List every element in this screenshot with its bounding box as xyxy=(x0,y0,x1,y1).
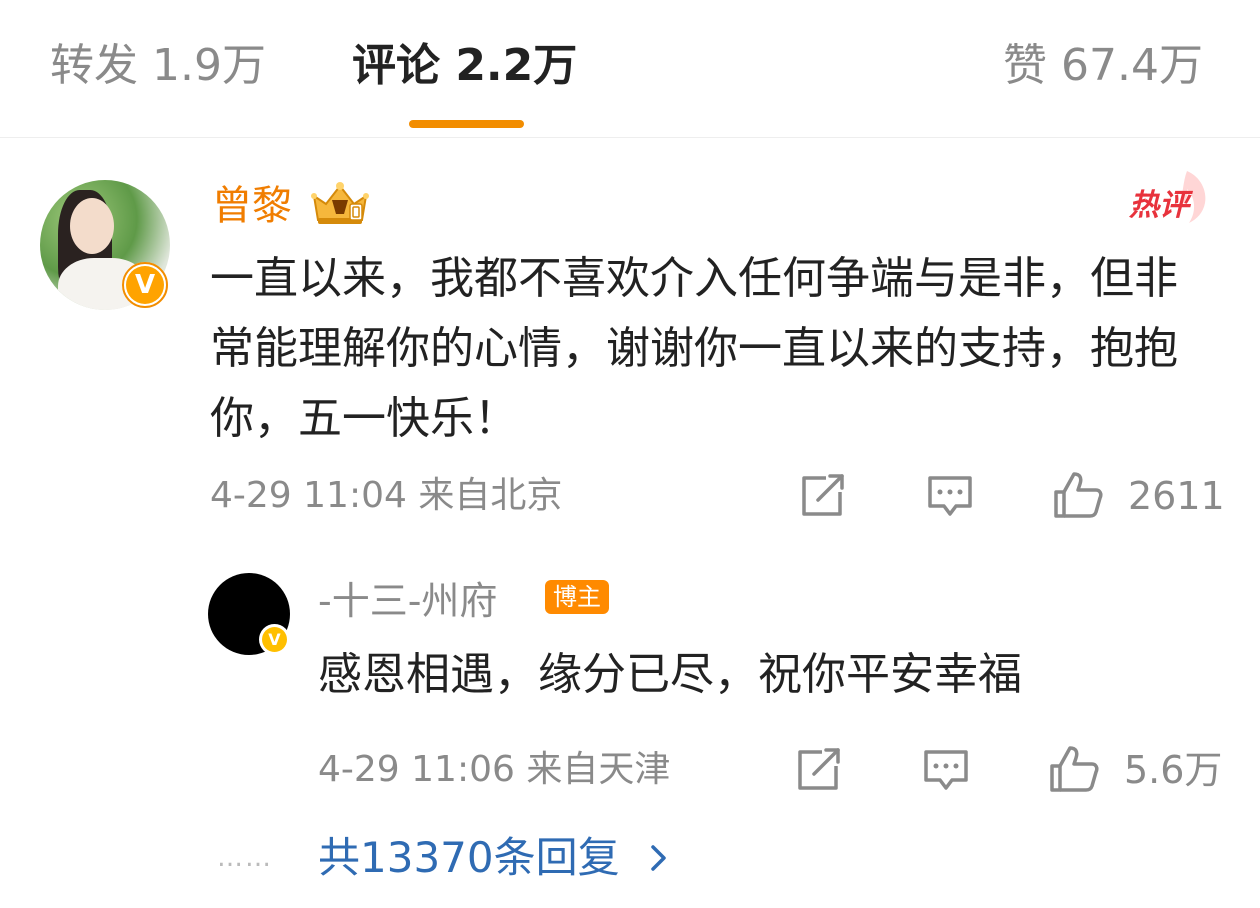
view-replies-link[interactable]: 共13370条回复 xyxy=(318,830,620,886)
comment-username[interactable]: 曾黎 xyxy=(212,180,292,232)
reply-text: 感恩相遇，缘分已尽，祝你平安幸福 xyxy=(318,649,1022,700)
verified-icon: V xyxy=(122,262,168,308)
chevron-right-icon[interactable] xyxy=(648,842,670,874)
crown-icon xyxy=(311,182,369,224)
active-tab-indicator xyxy=(409,120,524,128)
tab-divider xyxy=(0,137,1260,138)
like-icon[interactable] xyxy=(1048,744,1100,792)
reply-username[interactable]: -十三-州府 xyxy=(318,576,497,626)
verified-mark: V xyxy=(126,266,164,304)
like-count: 2611 xyxy=(1128,474,1225,518)
verified-icon: V xyxy=(259,624,290,655)
author-badge: 博主 xyxy=(545,580,609,614)
share-icon[interactable] xyxy=(796,472,848,520)
reply-meta: 4-29 11:06 来自天津 xyxy=(318,749,671,790)
tab-likes[interactable]: 赞 67.4万 xyxy=(1003,38,1203,94)
more-dots: …… xyxy=(217,843,273,873)
comment-icon[interactable] xyxy=(920,746,972,794)
hot-label: 热评 xyxy=(1128,188,1194,223)
comment-meta: 4-29 11:04 来自北京 xyxy=(210,475,563,516)
hot-comment-badge: 热评 xyxy=(1128,171,1206,223)
like-count: 5.6万 xyxy=(1124,748,1223,792)
verified-mark: V xyxy=(262,627,287,652)
tab-comments[interactable]: 评论 2.2万 xyxy=(352,38,577,94)
comment-text: 一直以来，我都不喜欢介入任何争端与是非，但非常能理解你的心情，谢谢你一直以来的支… xyxy=(210,253,1178,444)
share-icon[interactable] xyxy=(792,746,844,794)
comment-icon[interactable] xyxy=(924,472,976,520)
like-icon[interactable] xyxy=(1052,470,1104,518)
tab-reposts[interactable]: 转发 1.9万 xyxy=(50,38,266,94)
